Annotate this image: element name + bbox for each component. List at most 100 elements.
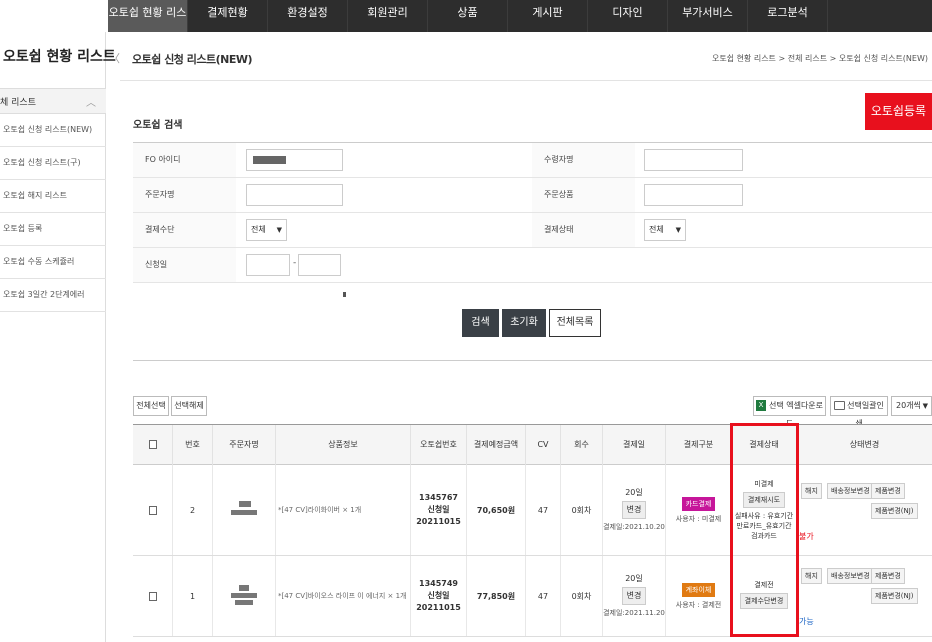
change-note: 가능 <box>799 617 814 626</box>
row-autoship-no: 1345749 신청일 20211015 <box>411 556 467 636</box>
sidebar-item-manual-scheduler[interactable]: 오토쉽 수동 스케쥴러 <box>0 246 106 279</box>
header-cv: CV <box>526 425 561 465</box>
sidebar-title: 오토쉽 현황 리스트 <box>3 49 116 65</box>
sidebar-item-3day-error[interactable]: 오토쉽 3일간 2단계에러 <box>0 279 106 312</box>
product-change-button[interactable]: 제품변경 <box>871 483 905 499</box>
row-no: 2 <box>173 465 213 555</box>
nav-item-log-analysis[interactable]: 로그분석 <box>748 0 828 32</box>
row-pay-type: 계좌이체 사용자 : 결제전 <box>666 556 732 636</box>
payment-status-value: 전체 <box>649 225 664 234</box>
apply-date-to-input[interactable] <box>298 254 341 276</box>
header-product: 상품정보 <box>276 425 411 465</box>
apply-date-label: 신청일 <box>133 248 236 282</box>
search-form: FO 아이디 수령자명 주문자명 주문상품 결제수단 전체 ▼ 결제상태 전체 … <box>133 142 932 283</box>
deselect-button[interactable]: 선택해제 <box>171 396 207 416</box>
masked-name-image <box>231 585 257 607</box>
header-checkbox[interactable] <box>148 440 157 449</box>
product-text: *[47 CV]라이화이버 × 1개 <box>278 506 362 514</box>
pay-type-user: 사용자 : 결제전 <box>675 600 722 609</box>
all-list-button[interactable]: 전체목록 <box>549 309 601 337</box>
header-pay-date: 결제일 <box>603 425 666 465</box>
sidebar-item-apply-list-old[interactable]: 오토쉽 신청 리스트(구) <box>0 147 106 180</box>
nav-item-design[interactable]: 디자인 <box>588 0 668 32</box>
masked-name-image <box>231 499 257 521</box>
autoship-number: 1345749 <box>419 579 458 588</box>
row-pay-date: 20일 변경 결제일:2021.10.20 <box>603 465 666 555</box>
header-orderer: 주문자명 <box>213 425 276 465</box>
page-size-value: 20개씩 <box>896 401 921 410</box>
row-status-change: 불가 해지 배송정보변경 제품변경 제품변경(NJ) <box>797 465 932 555</box>
row-checkbox[interactable] <box>148 591 157 601</box>
product-input[interactable] <box>644 184 743 206</box>
row-cv: 47 <box>526 556 561 636</box>
orderer-label: 주문자명 <box>133 178 236 212</box>
sidebar-item-register[interactable]: 오토쉽 등록 <box>0 213 106 246</box>
row-orderer <box>213 465 276 555</box>
caret-down-icon: ▼ <box>675 226 681 234</box>
search-row: 결제수단 전체 ▼ 결제상태 전체 ▼ <box>133 213 932 248</box>
search-row: 주문자명 주문상품 <box>133 178 932 213</box>
sidebar-item-cancel-list[interactable]: 오토쉽 해지 리스트 <box>0 180 106 213</box>
row-cv: 47 <box>526 465 561 555</box>
fo-id-label: FO 아이디 <box>133 143 236 177</box>
nav-item-settings[interactable]: 환경설정 <box>268 0 348 32</box>
row-count: 0회차 <box>561 465 603 555</box>
product-change-button[interactable]: 제품변경 <box>871 568 905 584</box>
chevron-up-icon[interactable]: ︿ <box>86 94 96 109</box>
nav-item-payment-status[interactable]: 결제현황 <box>188 0 268 32</box>
nav-item-products[interactable]: 상품 <box>428 0 508 32</box>
change-note: 불가 <box>799 532 814 541</box>
pay-day: 20일 <box>625 488 643 497</box>
change-pay-date-button[interactable]: 변경 <box>621 587 647 605</box>
excel-download-button[interactable]: X 선택 엑셀다운로드 <box>753 396 826 428</box>
page-size-select[interactable]: 20개씩 ▼ <box>891 396 932 416</box>
apply-date-from-input[interactable] <box>246 254 290 276</box>
payment-method-label: 결제수단 <box>133 213 236 247</box>
receiver-label: 수령자명 <box>532 143 635 177</box>
payment-method-select[interactable]: 전체 ▼ <box>246 219 287 241</box>
row-checkbox[interactable] <box>148 505 157 515</box>
header-divider <box>120 80 932 81</box>
receiver-input[interactable] <box>644 149 743 171</box>
section-divider <box>133 360 932 361</box>
sidebar-group-all-list[interactable]: 체 리스트 ︿ <box>0 88 106 114</box>
table-row: 1 *[47 CV]바이오스 라이프 이 에너지 × 1개 1345749 신청… <box>133 556 932 637</box>
orderer-input[interactable] <box>246 184 343 206</box>
pay-type-badge: 계좌이체 <box>681 582 716 597</box>
product-change-nj-button[interactable]: 제품변경(NJ) <box>871 588 918 604</box>
search-row: FO 아이디 수령자명 <box>133 143 932 178</box>
sidebar: 오토쉽 현황 리스트 체 리스트 ︿ 오토쉽 신청 리스트(NEW) 오토쉽 신… <box>0 32 116 642</box>
header-amount: 결제예정금액 <box>467 425 526 465</box>
delivery-info-change-button[interactable]: 배송정보변경 <box>827 568 874 584</box>
row-product: *[47 CV]라이화이버 × 1개 <box>276 465 411 555</box>
autoship-register-button[interactable]: 오토쉽등록 <box>865 93 932 130</box>
chevron-left-icon[interactable]: 〈 <box>109 50 120 66</box>
printer-icon <box>834 401 846 410</box>
select-all-button[interactable]: 전체선택 <box>133 396 169 416</box>
header-pay-type: 결제구분 <box>666 425 732 465</box>
fo-id-input[interactable] <box>246 149 343 171</box>
nav-item-autoship-status[interactable]: 오토쉽 현황 리스트 <box>108 0 188 45</box>
payment-status-select[interactable]: 전체 ▼ <box>644 219 686 241</box>
cancel-button[interactable]: 해지 <box>801 568 822 584</box>
change-pay-date-button[interactable]: 변경 <box>621 501 647 519</box>
nav-item-board[interactable]: 게시판 <box>508 0 588 32</box>
apply-date: 20211015 <box>416 517 461 526</box>
nav-item-addon-services[interactable]: 부가서비스 <box>668 0 748 32</box>
excel-icon: X <box>755 400 766 411</box>
search-button[interactable]: 검색 <box>462 309 499 337</box>
bulk-print-button[interactable]: 선택일괄인쇄 <box>830 396 888 428</box>
page-title: 오토쉽 신청 리스트(NEW) <box>132 53 253 66</box>
row-amount: 77,850원 <box>467 556 526 636</box>
sidebar-item-apply-list-new[interactable]: 오토쉽 신청 리스트(NEW) <box>0 114 106 147</box>
reset-button[interactable]: 초기화 <box>502 309 546 337</box>
cursor-mark <box>343 292 346 297</box>
row-product: *[47 CV]바이오스 라이프 이 에너지 × 1개 <box>276 556 411 636</box>
payment-method-value: 전체 <box>251 225 266 234</box>
nav-item-members[interactable]: 회원관리 <box>348 0 428 32</box>
delivery-info-change-button[interactable]: 배송정보변경 <box>827 483 874 499</box>
cancel-button[interactable]: 해지 <box>801 483 822 499</box>
pay-day: 20일 <box>625 574 643 583</box>
product-change-nj-button[interactable]: 제품변경(NJ) <box>871 503 918 519</box>
table-header: 번호 주문자명 상품정보 오토쉽번호 결제예정금액 CV 회수 결제일 결제구분… <box>133 425 932 465</box>
